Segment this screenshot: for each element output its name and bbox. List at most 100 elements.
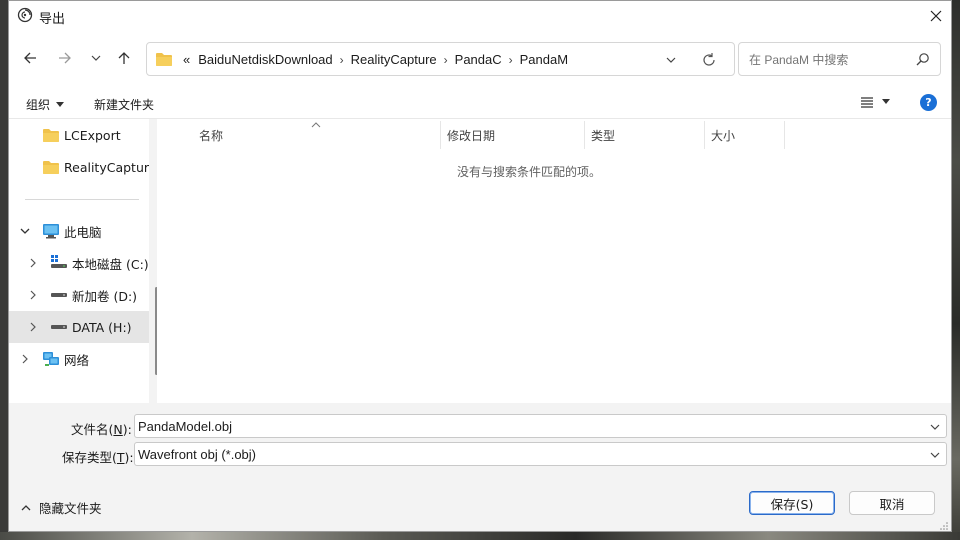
arrow-left-icon xyxy=(24,52,36,64)
address-bar[interactable]: « BaiduNetdiskDownload › RealityCapture … xyxy=(146,42,735,76)
breadcrumb-overflow[interactable]: « xyxy=(179,52,194,67)
chevron-down-icon xyxy=(930,452,940,458)
drive-icon xyxy=(51,325,67,329)
search-box[interactable] xyxy=(738,42,941,76)
help-icon[interactable]: ? xyxy=(920,94,937,111)
save-options-panel: 文件名(N): 保存类型(T): Wavefront obj (*.obj) 隐… xyxy=(9,403,951,531)
filetype-label-end: ): xyxy=(124,450,134,465)
column-header-label: 名称 xyxy=(199,128,224,143)
cancel-button[interactable]: 取消 xyxy=(849,491,935,515)
drive-icon xyxy=(51,293,67,297)
nav-item-label: RealityCapture xyxy=(64,159,157,175)
filename-label-access-key: N xyxy=(113,422,123,437)
column-header-type[interactable]: 类型 xyxy=(585,121,705,149)
breadcrumb-separator[interactable]: › xyxy=(506,53,516,67)
chevron-down-icon xyxy=(91,55,101,61)
windows-drive-icon xyxy=(51,255,67,268)
nav-item-label: 新加卷 (D:) xyxy=(72,288,138,304)
filetype-select[interactable]: Wavefront obj (*.obj) xyxy=(134,442,947,466)
resize-grip-icon[interactable] xyxy=(939,521,949,531)
arrow-right-icon xyxy=(59,52,71,64)
command-bar: 组织 新建文件夹 ? xyxy=(9,87,951,119)
hide-folders-toggle[interactable]: 隐藏文件夹 xyxy=(21,498,102,517)
close-icon xyxy=(930,10,942,22)
app-icon xyxy=(17,7,33,23)
search-icon xyxy=(916,53,929,66)
navigation-row: « BaiduNetdiskDownload › RealityCapture … xyxy=(9,33,951,85)
nav-item-label: DATA (H:) xyxy=(72,319,132,335)
folder-icon xyxy=(43,161,59,174)
window-title: 导出 xyxy=(39,12,66,27)
filename-label-main: 文件名( xyxy=(71,422,114,437)
chevron-right-icon[interactable] xyxy=(28,258,38,268)
nav-item-this-pc[interactable]: 此电脑 xyxy=(9,215,149,247)
forward-button[interactable] xyxy=(54,47,76,69)
new-folder-button[interactable]: 新建文件夹 xyxy=(94,96,154,113)
chevron-right-icon[interactable] xyxy=(28,322,38,332)
filetype-label: 保存类型(T): xyxy=(62,447,134,466)
up-button[interactable] xyxy=(113,47,135,69)
chevron-right-icon[interactable] xyxy=(20,354,30,364)
organize-label: 组织 xyxy=(26,98,51,112)
column-header-label: 类型 xyxy=(591,128,616,143)
nav-item-label: 此电脑 xyxy=(64,224,102,240)
back-button[interactable] xyxy=(19,47,41,69)
column-header-name[interactable]: 名称 xyxy=(165,121,441,149)
refresh-icon[interactable] xyxy=(701,52,717,68)
view-options-button[interactable] xyxy=(860,96,890,108)
chevron-down-icon[interactable] xyxy=(930,422,940,432)
nav-item-label: LCExport xyxy=(64,127,121,143)
caret-down-icon xyxy=(882,99,890,104)
desktop-background-right xyxy=(952,0,960,540)
breadcrumb-item[interactable]: BaiduNetdiskDownload xyxy=(194,52,336,67)
caret-down-icon xyxy=(56,101,65,107)
filetype-label-main: 保存类型( xyxy=(62,450,117,465)
nav-item-label: 本地磁盘 (C:) xyxy=(72,256,149,272)
column-header-size[interactable]: 大小 xyxy=(705,121,785,149)
sort-ascending-icon xyxy=(311,122,321,128)
nav-item-drive-c[interactable]: 本地磁盘 (C:) xyxy=(9,247,149,279)
filetype-label-access-key: T xyxy=(116,450,125,465)
nav-item-lcexport[interactable]: LCExport xyxy=(9,119,149,151)
column-header-date[interactable]: 修改日期 xyxy=(441,121,585,149)
filename-input[interactable] xyxy=(138,419,918,434)
file-list: 名称 修改日期 类型 大小 没有与搜索条件匹配的项。 xyxy=(165,119,951,403)
column-header-label: 大小 xyxy=(711,128,736,143)
details-view-icon xyxy=(861,97,873,108)
breadcrumb-item[interactable]: PandaM xyxy=(516,52,572,67)
save-button[interactable]: 保存(S) xyxy=(749,491,835,515)
nav-scrollbar-thumb[interactable] xyxy=(155,287,157,375)
empty-message: 没有与搜索条件匹配的项。 xyxy=(456,165,601,179)
navigation-pane: LCExport RealityCapture 此电脑 本地磁盘 (C:) 新加… xyxy=(9,119,157,403)
folder-icon xyxy=(43,129,59,142)
breadcrumb: « BaiduNetdiskDownload › RealityCapture … xyxy=(179,52,572,67)
filename-label: 文件名(N): xyxy=(71,419,132,438)
search-input[interactable] xyxy=(749,53,899,67)
nav-divider xyxy=(25,199,139,200)
recent-locations-button[interactable] xyxy=(85,47,107,69)
chevron-right-icon[interactable] xyxy=(28,290,38,300)
nav-item-network[interactable]: 网络 xyxy=(9,343,149,375)
breadcrumb-item[interactable]: RealityCapture xyxy=(347,52,441,67)
filetype-value: Wavefront obj (*.obj) xyxy=(138,447,257,462)
computer-icon xyxy=(43,224,59,239)
filename-label-end: ): xyxy=(122,422,132,437)
nav-item-drive-h[interactable]: DATA (H:) xyxy=(9,311,149,343)
chevron-down-icon[interactable] xyxy=(20,226,30,236)
breadcrumb-separator[interactable]: › xyxy=(337,53,347,67)
folder-icon xyxy=(156,53,172,66)
arrow-up-icon xyxy=(118,52,130,64)
breadcrumb-separator[interactable]: › xyxy=(441,53,451,67)
address-history-chevron-down-icon[interactable] xyxy=(663,52,679,68)
hide-folders-label: 隐藏文件夹 xyxy=(39,501,102,516)
breadcrumb-item[interactable]: PandaC xyxy=(451,52,506,67)
desktop-background-bottom xyxy=(0,532,960,540)
nav-item-realitycapture[interactable]: RealityCapture xyxy=(9,151,156,183)
filename-field[interactable] xyxy=(134,414,947,438)
chevron-up-icon xyxy=(21,504,31,510)
network-icon xyxy=(43,352,59,366)
organize-button[interactable]: 组织 xyxy=(26,96,65,113)
close-button[interactable] xyxy=(921,1,951,31)
title-bar: 导出 xyxy=(9,1,951,31)
nav-item-drive-d[interactable]: 新加卷 (D:) xyxy=(9,279,149,311)
